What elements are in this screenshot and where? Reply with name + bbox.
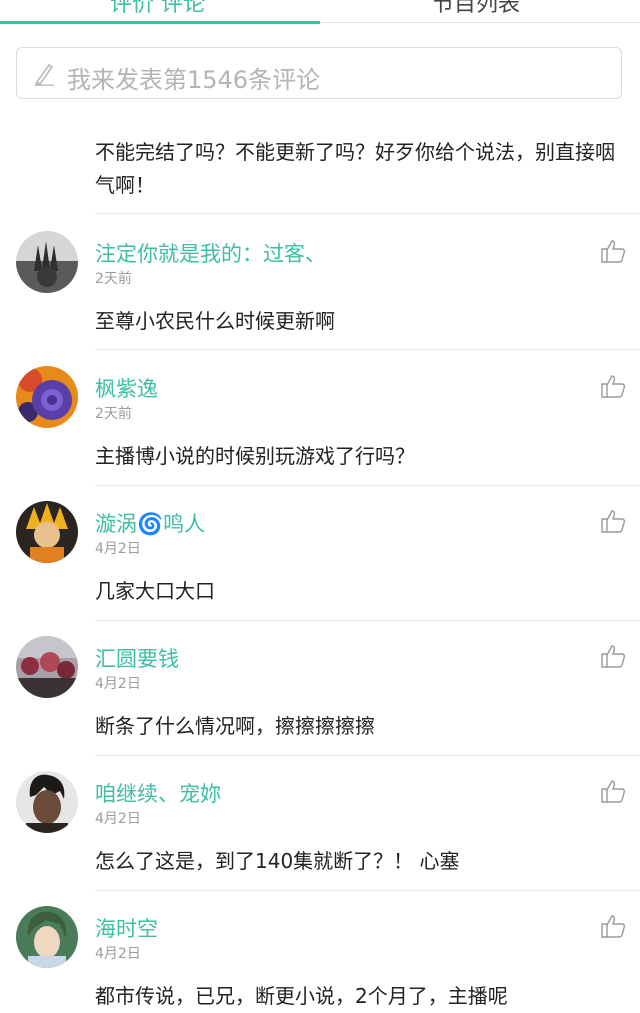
comment-username[interactable]: 漩涡🌀鸣人 [95,508,205,538]
avatar[interactable] [16,501,78,563]
avatar[interactable] [16,366,78,428]
comment-input-placeholder: 我来发表第1546条评论 [67,66,321,94]
avatar[interactable] [16,636,78,698]
pencil-icon [34,63,54,86]
tab-episodes[interactable]: 节目列表 [432,0,520,18]
thumbs-up-icon[interactable] [600,238,626,264]
thumbs-up-icon[interactable] [600,778,626,804]
tab-comments[interactable]: 评价 评论 [110,0,205,18]
comment-time: 4月2日 [95,676,141,692]
comment-text: 怎么了这是，到了140集就断了？！ 心塞 [95,849,460,873]
comment-username[interactable]: 海时空 [95,913,158,943]
tab-bar: 评价 评论 节目列表 [0,0,640,24]
comment-text: 都市传说，已兄，断更小说，2个月了，主播呢 [95,984,508,1008]
thumbs-up-icon[interactable] [600,508,626,534]
thumbs-up-icon[interactable] [600,373,626,399]
comment-text: 断条了什么情况啊，擦擦擦擦擦 [95,714,375,738]
avatar[interactable] [16,771,78,833]
comment-username[interactable]: 注定你就是我的：过客、 [95,238,326,268]
thumbs-up-icon[interactable] [600,913,626,939]
comment-username[interactable]: 汇圆要钱 [95,643,179,673]
comment-text: 几家大口大口 [95,579,215,603]
divider [95,890,640,891]
comment-time: 2天前 [95,406,132,422]
comment-input[interactable]: 我来发表第1546条评论 [16,47,622,99]
divider [95,620,640,621]
divider [95,755,640,756]
comment-text: 主播博小说的时候别玩游戏了行吗？ [95,444,415,468]
comment-time: 4月2日 [95,811,141,827]
comment-text: 不能完结了吗？不能更新了吗？好歹你给个说法，别直接咽气啊！ [95,140,615,197]
active-tab-indicator [0,21,320,24]
comment-text: 至尊小农民什么时候更新啊 [95,309,335,333]
thumbs-up-icon[interactable] [600,643,626,669]
divider [95,485,640,486]
divider [95,213,640,214]
comment-time: 4月2日 [95,946,141,962]
comment-username[interactable]: 枫紫逸 [95,373,158,403]
divider [95,349,640,350]
comment-username[interactable]: 咱继续、宠妳 [95,778,221,808]
comment-time: 4月2日 [95,541,141,557]
avatar[interactable] [16,231,78,293]
avatar[interactable] [16,906,78,968]
comment-time: 2天前 [95,271,132,287]
